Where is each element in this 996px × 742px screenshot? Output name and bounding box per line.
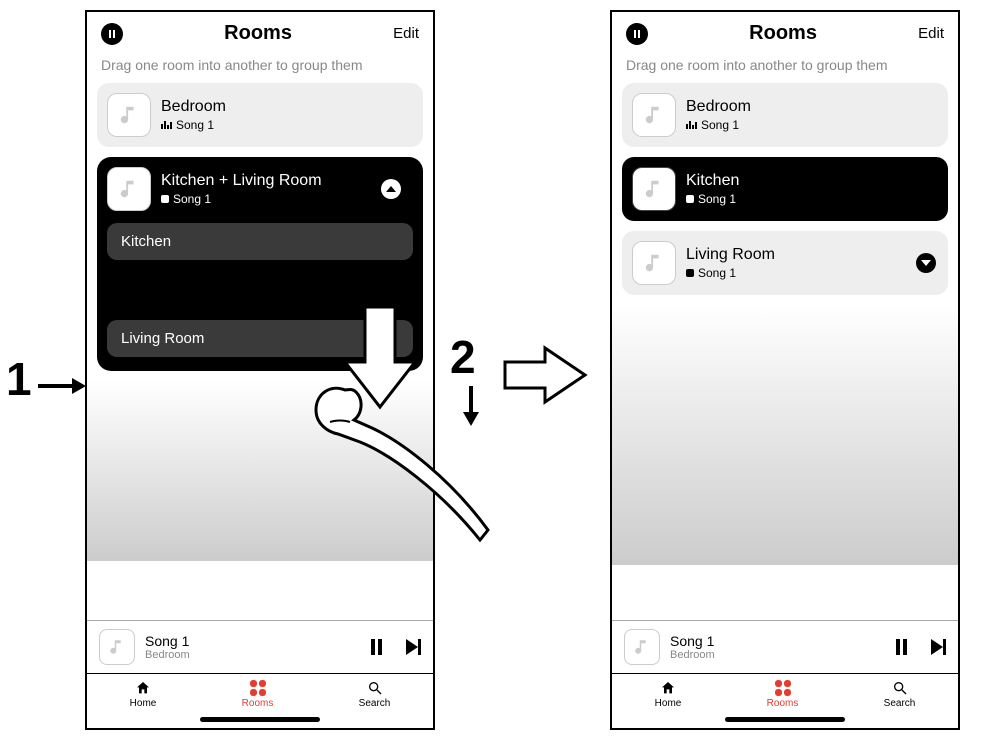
subroom-kitchen[interactable]: Kitchen — [107, 223, 413, 260]
tab-bar: Home Rooms Search — [87, 673, 433, 713]
group-name: Kitchen + Living Room — [161, 172, 322, 190]
album-art-icon — [107, 93, 151, 137]
room-name: Kitchen — [686, 172, 739, 190]
tab-rooms[interactable]: Rooms — [242, 680, 274, 709]
now-playing-title: Song 1 — [145, 633, 361, 649]
room-card-kitchen[interactable]: Kitchen Song 1 — [622, 157, 948, 221]
tab-rooms[interactable]: Rooms — [767, 680, 799, 709]
stop-icon — [686, 195, 694, 203]
room-card-living-room[interactable]: Living Room Song 1 — [622, 231, 948, 295]
hint-text: Drag one room into another to group them — [87, 51, 433, 83]
arrow-right-icon — [38, 376, 86, 396]
tab-label: Home — [655, 698, 682, 709]
tab-label: Rooms — [242, 698, 274, 709]
annotation-step-1: 1 — [6, 352, 32, 406]
pause-button[interactable] — [371, 639, 382, 655]
arrow-down-icon — [461, 386, 481, 426]
album-art-icon — [624, 629, 660, 665]
home-icon — [134, 680, 152, 696]
expand-icon[interactable] — [916, 253, 936, 273]
album-art-icon — [107, 167, 151, 211]
music-note-icon — [643, 104, 665, 126]
collapse-icon[interactable] — [381, 179, 401, 199]
header: Rooms Edit — [612, 12, 958, 51]
grid-icon — [775, 680, 791, 696]
tab-label: Search — [359, 698, 391, 709]
tab-search[interactable]: Search — [359, 680, 391, 709]
home-indicator — [200, 717, 320, 722]
header: Rooms Edit — [87, 12, 433, 51]
search-icon — [367, 680, 383, 696]
drag-arrow-down-icon — [340, 302, 420, 412]
page-title: Rooms — [224, 22, 292, 45]
track-name: Song 1 — [698, 192, 736, 206]
background-gradient — [612, 305, 958, 565]
music-note-icon — [643, 178, 665, 200]
pause-icon[interactable] — [626, 23, 648, 45]
tab-search[interactable]: Search — [884, 680, 916, 709]
track-name: Song 1 — [701, 118, 739, 132]
album-art-icon — [632, 93, 676, 137]
music-note-icon — [633, 638, 651, 656]
next-track-button[interactable] — [931, 639, 946, 655]
room-name: Living Room — [686, 246, 775, 264]
album-art-icon — [632, 241, 676, 285]
tab-home[interactable]: Home — [130, 680, 157, 709]
stop-icon — [686, 269, 694, 277]
music-note-icon — [643, 252, 665, 274]
room-card-bedroom[interactable]: Bedroom Song 1 — [97, 83, 423, 147]
pause-button[interactable] — [896, 639, 907, 655]
page-title: Rooms — [749, 22, 817, 45]
home-indicator — [725, 717, 845, 722]
search-icon — [892, 680, 908, 696]
next-track-button[interactable] — [406, 639, 421, 655]
track-name: Song 1 — [698, 266, 736, 280]
album-art-icon — [99, 629, 135, 665]
music-note-icon — [118, 178, 140, 200]
tab-home[interactable]: Home — [655, 680, 682, 709]
now-playing-room: Bedroom — [145, 649, 361, 661]
grid-icon — [250, 680, 266, 696]
equalizer-icon — [161, 121, 172, 129]
room-card-bedroom[interactable]: Bedroom Song 1 — [622, 83, 948, 147]
edit-button[interactable]: Edit — [918, 25, 944, 42]
now-playing-bar[interactable]: Song 1 Bedroom — [87, 620, 433, 673]
annotation-step-2: 2 — [450, 330, 476, 384]
edit-button[interactable]: Edit — [393, 25, 419, 42]
tab-label: Rooms — [767, 698, 799, 709]
now-playing-bar[interactable]: Song 1 Bedroom — [612, 620, 958, 673]
track-name: Song 1 — [173, 192, 211, 206]
now-playing-title: Song 1 — [670, 633, 886, 649]
tab-label: Home — [130, 698, 157, 709]
equalizer-icon — [686, 121, 697, 129]
pause-icon[interactable] — [101, 23, 123, 45]
music-note-icon — [118, 104, 140, 126]
tab-bar: Home Rooms Search — [612, 673, 958, 713]
arrow-right-outline-icon — [500, 340, 590, 410]
stop-icon — [161, 195, 169, 203]
rooms-list: Bedroom Song 1 Kitchen Song 1 — [612, 83, 958, 620]
home-icon — [659, 680, 677, 696]
track-name: Song 1 — [176, 118, 214, 132]
music-note-icon — [108, 638, 126, 656]
phone-screen-after: Rooms Edit Drag one room into another to… — [610, 10, 960, 730]
room-name: Bedroom — [686, 98, 751, 116]
tab-label: Search — [884, 698, 916, 709]
now-playing-room: Bedroom — [670, 649, 886, 661]
hint-text: Drag one room into another to group them — [612, 51, 958, 83]
room-name: Bedroom — [161, 98, 226, 116]
album-art-icon — [632, 167, 676, 211]
